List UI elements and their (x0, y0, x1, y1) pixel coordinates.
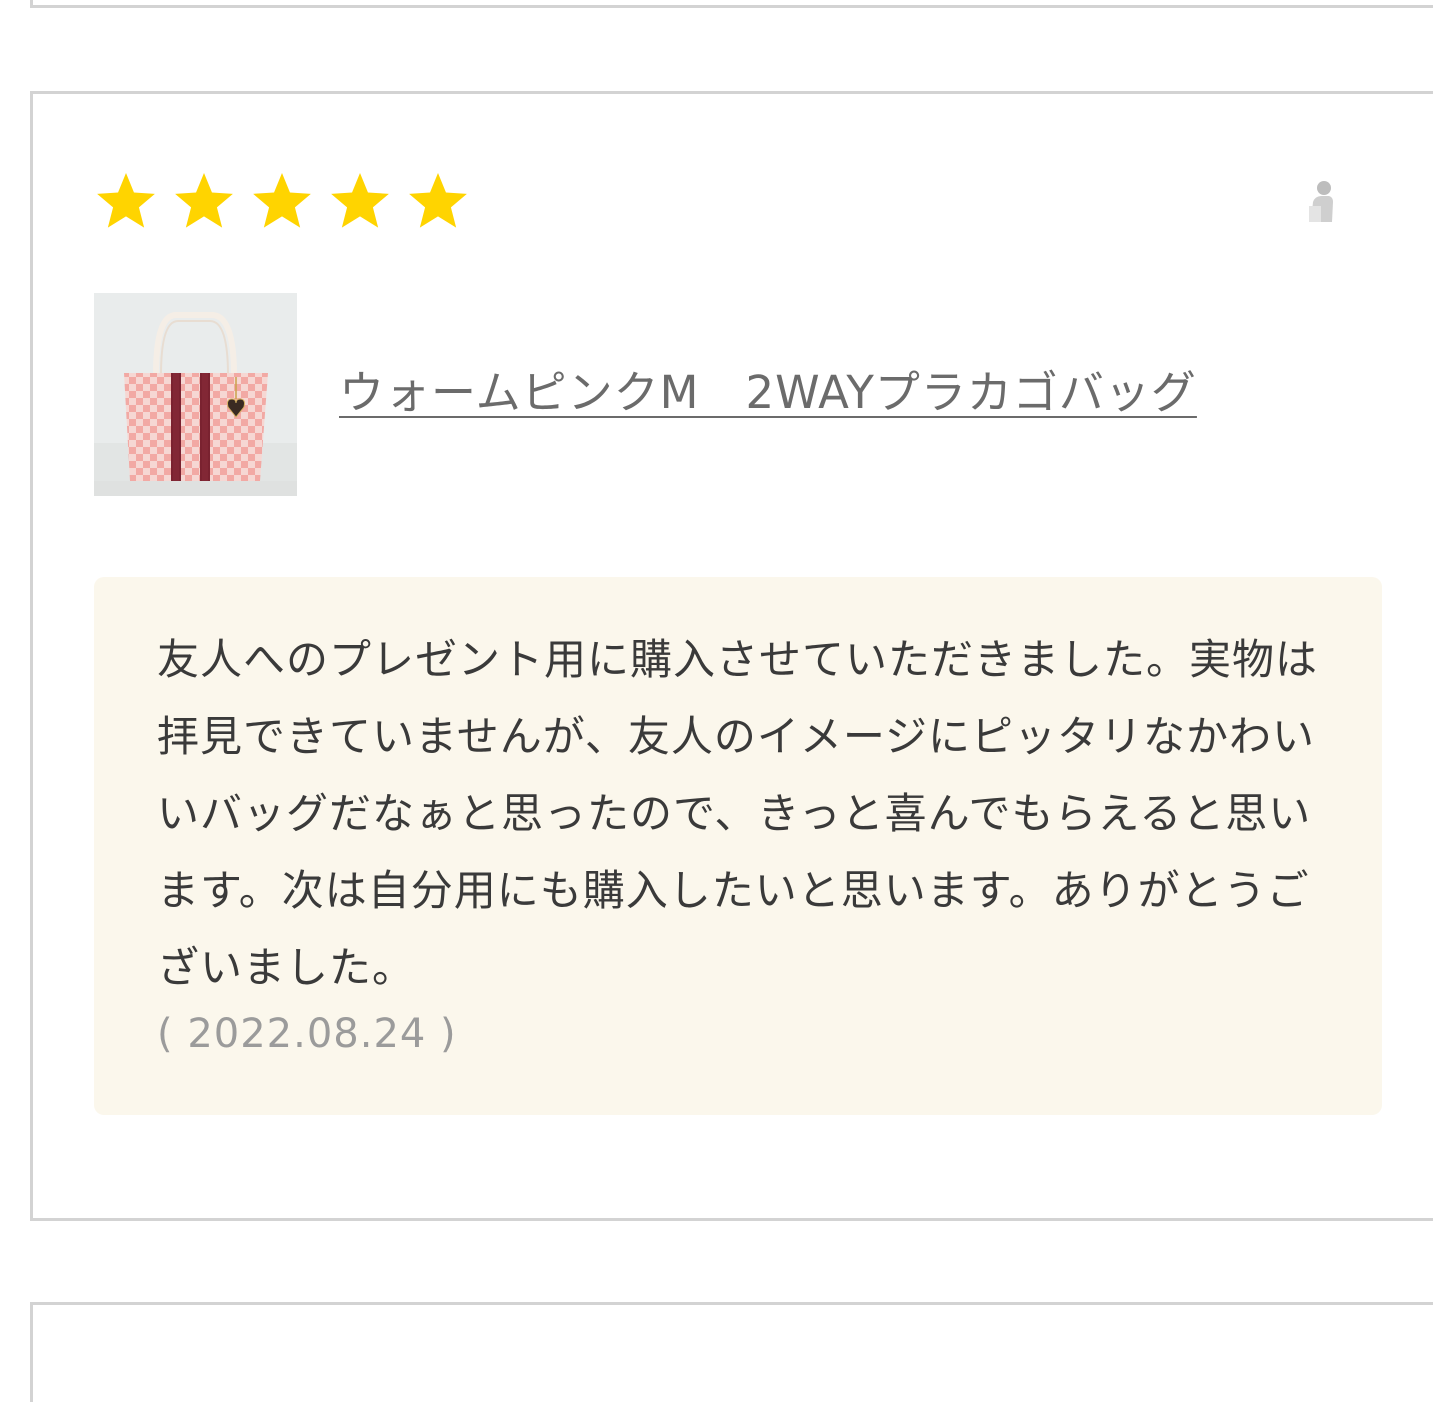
user-icon (1309, 181, 1333, 222)
star-icon (253, 172, 311, 228)
review-date: ( 2022.08.24 ) (157, 1011, 457, 1057)
reviewer-info (1309, 180, 1353, 222)
star-icon (409, 172, 467, 228)
star-icon (175, 172, 233, 228)
next-review-card (30, 1302, 1433, 1402)
star-icon (331, 172, 389, 228)
product-thumbnail[interactable] (94, 293, 297, 496)
star-icon (97, 172, 155, 228)
comment-box: 友人へのプレゼント用に購入させていただきました。実物は拝見できていませんが、友人… (94, 577, 1382, 1115)
previous-review-card (30, 0, 1433, 8)
review-comment: 友人へのプレゼント用に購入させていただきました。実物は拝見できていませんが、友人… (157, 635, 1319, 992)
review-card: ウォームピンクM 2WAYプラカゴバッグ 友人へのプレゼント用に購入させていただ… (30, 91, 1433, 1221)
star-rating (93, 168, 471, 234)
product-link[interactable]: ウォームピンクM 2WAYプラカゴバッグ (339, 356, 1197, 421)
